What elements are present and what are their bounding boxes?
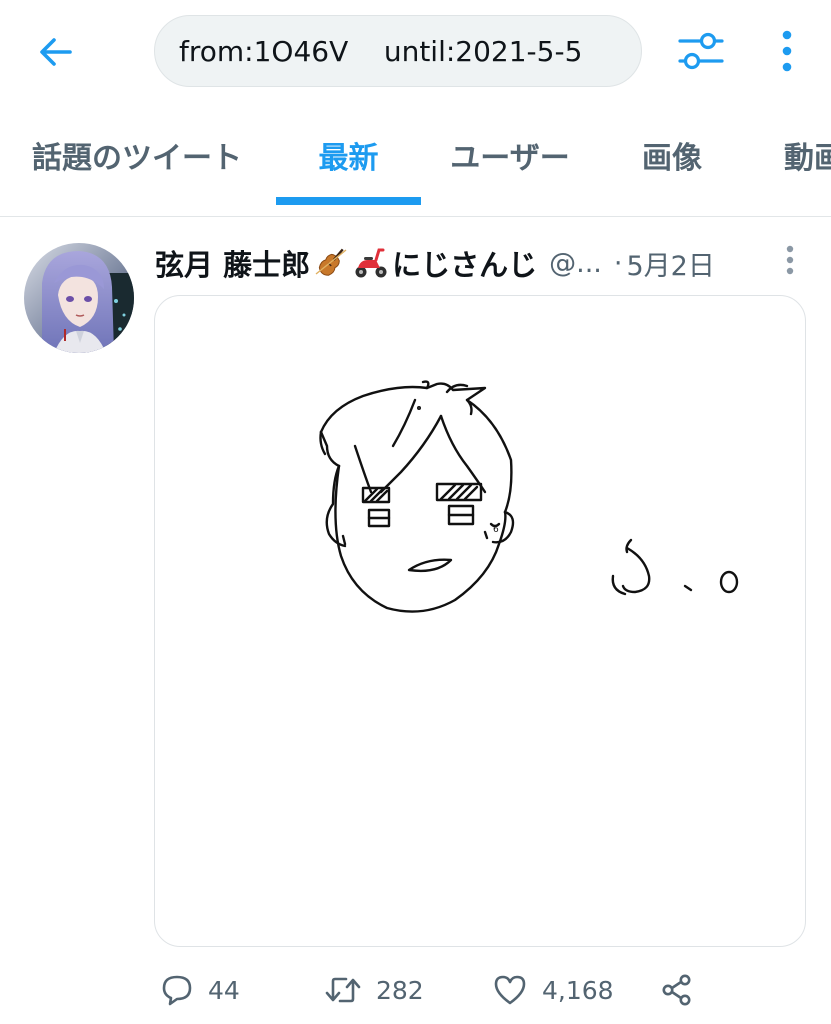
user-handle[interactable]: @... xyxy=(549,248,602,279)
search-tabs: 話題のツイート 最新 ユーザー 画像 動画 xyxy=(0,104,831,205)
vertical-dots-icon xyxy=(782,30,792,72)
reply-icon xyxy=(162,975,192,1006)
sketch-face-drawing: 6 xyxy=(319,380,739,613)
tabs-divider xyxy=(0,216,831,217)
vertical-dots-icon xyxy=(786,245,794,275)
reply-count: 44 xyxy=(208,975,240,1005)
retweet-button[interactable]: 282 xyxy=(324,962,424,1018)
retweet-count: 282 xyxy=(376,975,424,1005)
violin-emoji-icon xyxy=(315,248,347,276)
search-query-text: from:1O46V until:2021-5-5 xyxy=(179,34,583,68)
tweet-header: 弦月 藤士郎 にじさんじ @... · 5月2日 xyxy=(155,238,815,288)
avatar-image xyxy=(24,243,134,353)
search-input[interactable]: from:1O46V until:2021-5-5 xyxy=(154,15,642,87)
tweet-timestamp[interactable]: 5月2日 xyxy=(626,244,714,283)
avatar[interactable] xyxy=(24,243,134,353)
active-tab-indicator xyxy=(276,197,421,205)
header-separator: · xyxy=(613,247,623,279)
share-button[interactable] xyxy=(660,962,694,1018)
reply-button[interactable]: 44 xyxy=(160,962,240,1018)
tweet-media-image[interactable]: 6 xyxy=(154,295,806,947)
tab-top[interactable]: 話題のツイート xyxy=(22,104,252,205)
tab-photos[interactable]: 画像 xyxy=(626,104,718,205)
back-button[interactable] xyxy=(22,22,90,82)
heart-icon xyxy=(494,975,526,1005)
overflow-menu-button[interactable] xyxy=(762,20,812,82)
share-icon xyxy=(662,974,691,1006)
tab-videos[interactable]: 動画 xyxy=(784,104,831,205)
display-name-suffix[interactable]: にじさんじ xyxy=(392,242,537,284)
top-app-bar: from:1O46V until:2021-5-5 xyxy=(0,0,831,104)
retweet-icon xyxy=(325,977,361,1003)
tweet-more-button[interactable] xyxy=(772,240,808,280)
tab-people[interactable]: ユーザー xyxy=(436,104,584,205)
sliders-icon xyxy=(678,32,724,70)
svg-text:6: 6 xyxy=(493,525,499,535)
display-name[interactable]: 弦月 藤士郎 xyxy=(155,242,310,284)
tab-latest[interactable]: 最新 xyxy=(276,104,421,205)
arrow-left-icon xyxy=(40,38,72,66)
like-button[interactable]: 4,168 xyxy=(492,962,614,1018)
search-filter-button[interactable] xyxy=(668,20,734,82)
tweet-actions: 44 282 4,168 xyxy=(154,962,814,1018)
like-count: 4,168 xyxy=(542,975,614,1005)
scooter-emoji-icon xyxy=(355,248,387,278)
